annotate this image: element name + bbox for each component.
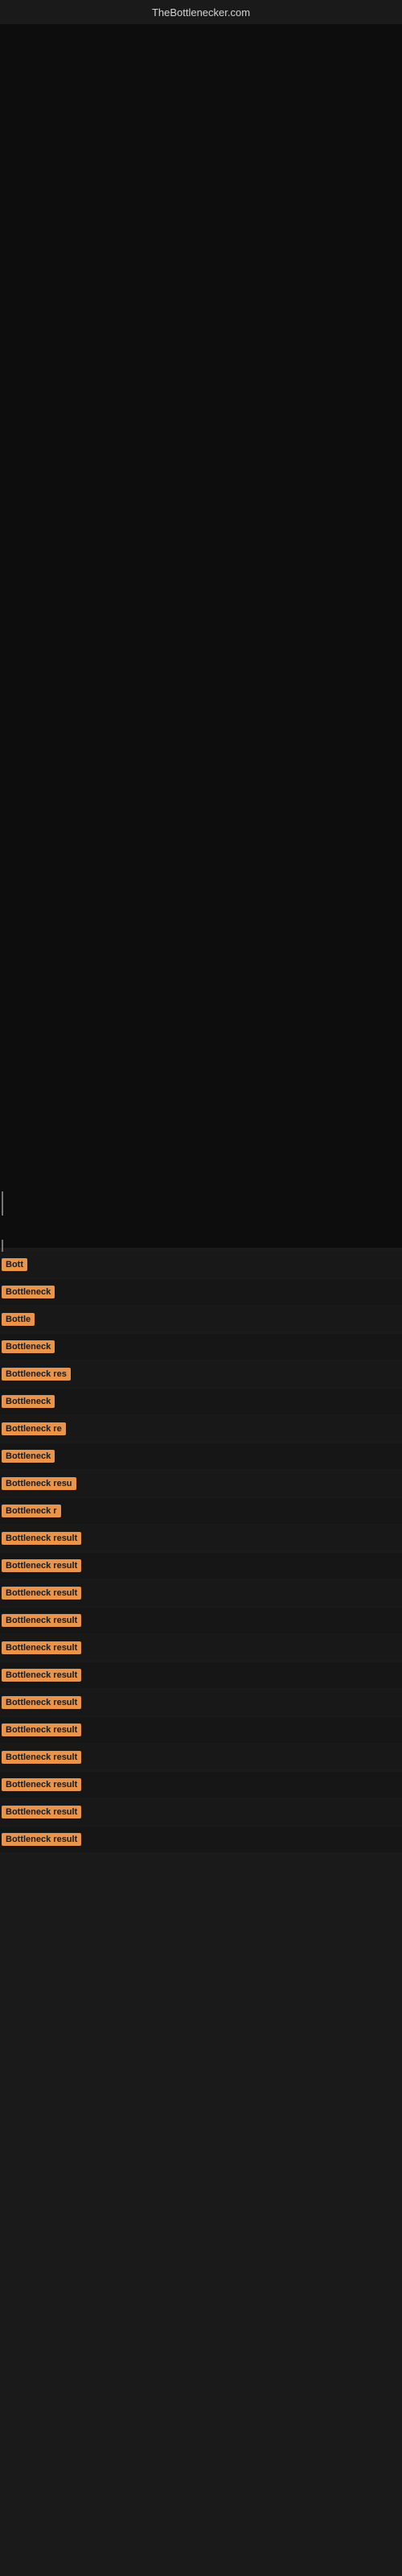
bottleneck-result-badge: Bott <box>2 1258 27 1271</box>
list-item: Bottleneck result <box>0 1827 402 1852</box>
list-item: Bottleneck <box>0 1443 402 1469</box>
bottleneck-result-badge: Bottleneck result <box>2 1532 81 1545</box>
list-item: Bottleneck r <box>0 1498 402 1524</box>
list-item: Bottleneck result <box>0 1772 402 1798</box>
bottleneck-result-badge: Bottleneck result <box>2 1669 81 1682</box>
bottleneck-result-badge: Bottleneck result <box>2 1833 81 1846</box>
site-title: TheBottlenecker.com <box>152 6 250 19</box>
list-item: Bottleneck <box>0 1389 402 1414</box>
chart-area <box>0 24 402 1248</box>
list-item: Bottleneck result <box>0 1525 402 1551</box>
list-item: Bottleneck result <box>0 1799 402 1825</box>
list-item: Bottleneck <box>0 1334 402 1360</box>
bottleneck-result-badge: Bottleneck result <box>2 1614 81 1627</box>
bottleneck-result-badge: Bottleneck result <box>2 1696 81 1709</box>
list-item: Bottleneck result <box>0 1580 402 1606</box>
bottleneck-result-badge: Bottleneck <box>2 1395 55 1408</box>
list-item: Bottleneck res <box>0 1361 402 1387</box>
list-item: Bottleneck result <box>0 1608 402 1633</box>
bottleneck-result-badge: Bottleneck resu <box>2 1477 76 1490</box>
list-item: Bottle <box>0 1307 402 1332</box>
bottleneck-result-badge: Bottleneck <box>2 1286 55 1298</box>
bottleneck-result-badge: Bottleneck result <box>2 1724 81 1736</box>
bottleneck-result-badge: Bottleneck result <box>2 1559 81 1572</box>
list-item: Bottleneck result <box>0 1744 402 1770</box>
list-item: Bottleneck result <box>0 1662 402 1688</box>
bottleneck-result-badge: Bottleneck result <box>2 1806 81 1818</box>
bottleneck-result-badge: Bottle <box>2 1313 35 1326</box>
list-item: Bottleneck result <box>0 1690 402 1715</box>
bottleneck-result-badge: Bottleneck <box>2 1450 55 1463</box>
bottleneck-result-badge: Bottleneck result <box>2 1641 81 1654</box>
list-item: Bottleneck resu <box>0 1471 402 1496</box>
list-item: Bott <box>0 1252 402 1278</box>
bottleneck-result-badge: Bottleneck result <box>2 1587 81 1600</box>
bottleneck-results-list: Bott Bottleneck Bottle Bottleneck Bottle… <box>0 1252 402 1854</box>
bottleneck-result-badge: Bottleneck re <box>2 1422 66 1435</box>
bottleneck-result-badge: Bottleneck result <box>2 1751 81 1764</box>
bottleneck-result-badge: Bottleneck r <box>2 1505 61 1517</box>
bottleneck-result-badge: Bottleneck result <box>2 1778 81 1791</box>
cursor-line-1 <box>2 1191 3 1216</box>
bottleneck-result-badge: Bottleneck <box>2 1340 55 1353</box>
list-item: Bottleneck result <box>0 1553 402 1579</box>
list-item: Bottleneck result <box>0 1635 402 1661</box>
list-item: Bottleneck <box>0 1279 402 1305</box>
list-item: Bottleneck re <box>0 1416 402 1442</box>
bottleneck-result-badge: Bottleneck res <box>2 1368 71 1381</box>
list-item: Bottleneck result <box>0 1717 402 1743</box>
